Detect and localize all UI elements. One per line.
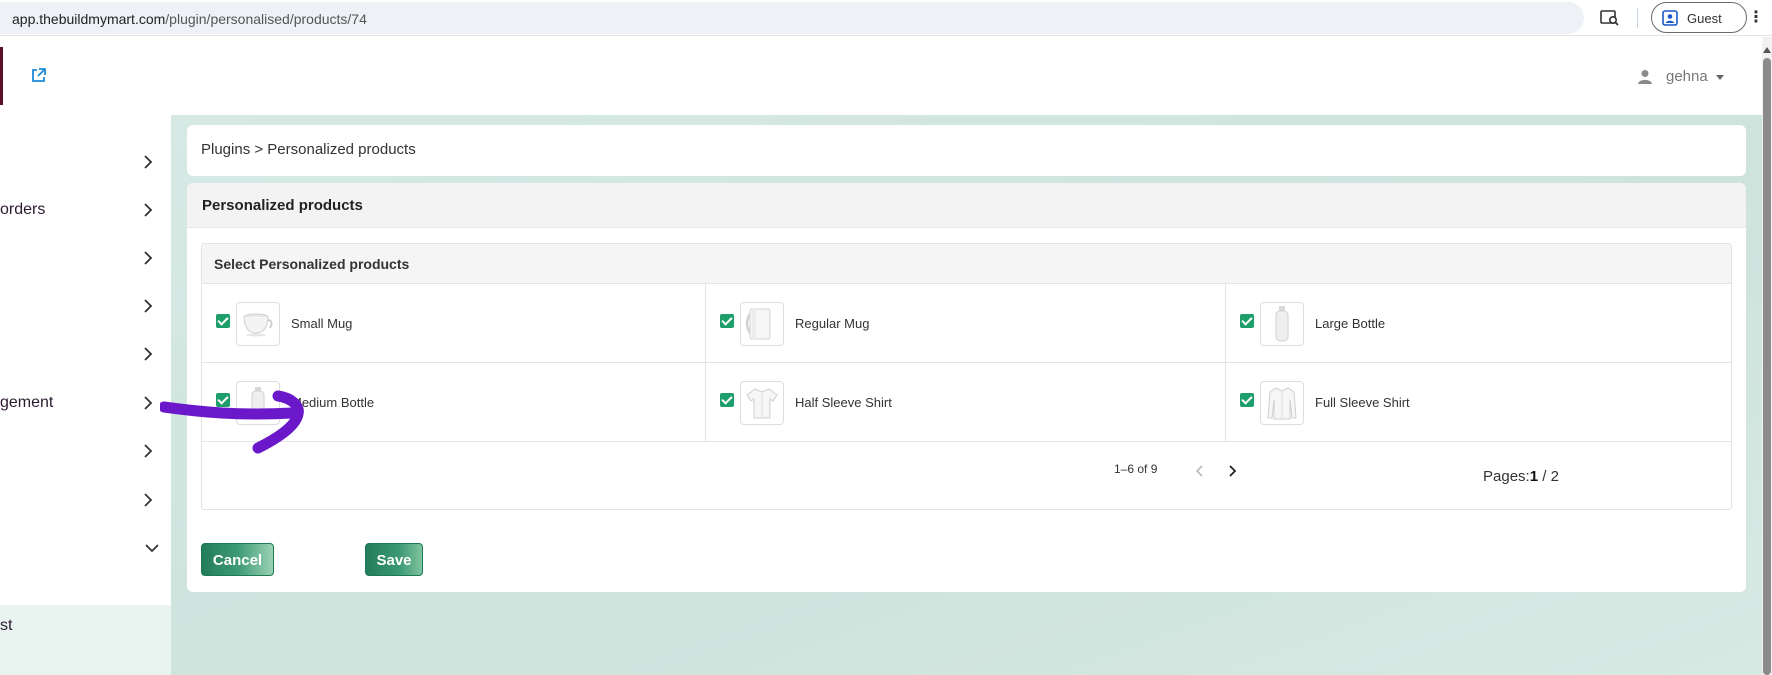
sidebar-item-orders[interactable]: orders: [0, 189, 171, 233]
breadcrumb: Plugins > Personalized products: [201, 141, 416, 158]
scroll-up-arrow-icon[interactable]: [1763, 42, 1771, 53]
shirt-full-icon: [1260, 381, 1304, 425]
product-name: Small Mug: [291, 316, 353, 331]
profile-guest-button[interactable]: Guest: [1651, 2, 1747, 33]
sidebar-item-4[interactable]: [0, 285, 171, 329]
product-cell-full-sleeve-shirt: Full Sleeve Shirt: [1226, 363, 1731, 442]
user-icon: [1636, 68, 1654, 86]
product-cell-small-mug: Small Mug: [202, 284, 706, 363]
page-title: Personalized products: [202, 197, 363, 214]
total-pages: 2: [1550, 468, 1559, 485]
toolbar-divider: [1637, 8, 1638, 28]
pages-label: Pages:: [1483, 468, 1530, 485]
shirt-half-icon: [740, 381, 784, 425]
product-name: Medium Bottle: [291, 395, 375, 410]
page-indicator: Pages:1 / 2: [1483, 468, 1559, 485]
profile-label: Guest: [1687, 11, 1722, 26]
chevron-right-icon: [142, 154, 154, 170]
chevron-right-icon: [142, 346, 154, 362]
section-title: Select Personalized products: [214, 256, 410, 272]
chevron-down-icon: [144, 540, 160, 556]
url-path: /plugin/personalised/products/74: [165, 11, 367, 27]
mug-regular-icon: [740, 302, 784, 346]
product-checkbox[interactable]: [1240, 314, 1254, 328]
product-cell-half-sleeve-shirt: Half Sleeve Shirt: [706, 363, 1226, 442]
sidebar-item-7[interactable]: [0, 430, 171, 474]
chevron-down-icon: [1716, 75, 1724, 80]
bottle-medium-icon: [236, 381, 280, 425]
sidebar: orders gement st: [0, 115, 171, 675]
scrollbar-thumb[interactable]: [1763, 58, 1771, 675]
brand-logo-edge: [0, 47, 3, 105]
product-cell-medium-bottle: Medium Bottle: [202, 363, 706, 442]
chevron-right-icon: [142, 202, 154, 218]
chevron-right-icon: [142, 250, 154, 266]
sidebar-item-management[interactable]: gement: [0, 382, 171, 426]
breadcrumb-card: Plugins > Personalized products: [187, 125, 1746, 176]
chevron-right-icon: [142, 443, 154, 459]
url-text[interactable]: app.thebuildmymart.com/plugin/personalis…: [12, 11, 367, 27]
product-name: Half Sleeve Shirt: [795, 395, 892, 410]
external-link-icon[interactable]: [30, 67, 47, 84]
product-cell-large-bottle: Large Bottle: [1226, 284, 1731, 363]
save-button[interactable]: Save: [365, 543, 423, 576]
chevron-right-icon[interactable]: [1228, 464, 1238, 478]
user-name: gehna: [1666, 68, 1708, 85]
sidebar-item-label: orders: [0, 201, 46, 218]
cancel-button[interactable]: Cancel: [201, 543, 274, 576]
sidebar-item-9-expanded[interactable]: [0, 527, 171, 571]
bottle-large-icon: [1260, 302, 1304, 346]
product-checkbox[interactable]: [1240, 393, 1254, 407]
profile-icon: [1662, 10, 1678, 26]
chevron-right-icon: [142, 492, 154, 508]
sidebar-item-label: gement: [0, 394, 54, 411]
panel-header: Personalized products: [187, 183, 1746, 228]
url-domain: app.thebuildmymart.com: [12, 11, 166, 27]
product-row: Small Mug Regular Mug Large Bottle: [202, 284, 1731, 363]
sidebar-subitem-label: st: [0, 617, 13, 634]
app-header: gehna: [0, 37, 1762, 115]
address-bar[interactable]: app.thebuildmymart.com/plugin/personalis…: [0, 2, 1584, 34]
chevron-right-icon: [142, 395, 154, 411]
sidebar-item-1[interactable]: [0, 141, 171, 185]
current-page: 1: [1529, 468, 1539, 485]
mug-small-icon: [236, 302, 280, 346]
product-checkbox[interactable]: [720, 314, 734, 328]
chevron-left-icon[interactable]: [1194, 464, 1204, 478]
product-name: Large Bottle: [1315, 316, 1386, 331]
product-selection-card: Select Personalized products Small Mug R…: [201, 243, 1732, 510]
personalized-products-panel: Personalized products Select Personalize…: [187, 183, 1746, 592]
product-name: Full Sleeve Shirt: [1315, 395, 1410, 410]
sidebar-item-8[interactable]: [0, 479, 171, 523]
product-checkbox[interactable]: [216, 314, 230, 328]
product-checkbox[interactable]: [720, 393, 734, 407]
main-content: Plugins > Personalized products Personal…: [171, 115, 1762, 675]
product-checkbox[interactable]: [216, 393, 230, 407]
chevron-right-icon: [142, 298, 154, 314]
product-row: Medium Bottle Half Sleeve Shirt Full Sle…: [202, 363, 1731, 442]
browser-toolbar: app.thebuildmymart.com/plugin/personalis…: [0, 0, 1772, 36]
product-cell-regular-mug: Regular Mug: [706, 284, 1226, 363]
sidebar-item-3[interactable]: [0, 237, 171, 281]
page-separator: /: [1538, 468, 1551, 485]
pagination: 1–6 of 9 Pages:1 / 2: [202, 442, 1731, 509]
google-lens-icon[interactable]: [1600, 9, 1620, 27]
pagination-range: 1–6 of 9: [1114, 462, 1158, 476]
browser-menu-icon[interactable]: ⋮: [1748, 8, 1764, 28]
section-header: Select Personalized products: [202, 244, 1731, 284]
sidebar-subitem-active[interactable]: st: [0, 605, 171, 675]
product-name: Regular Mug: [795, 316, 870, 331]
sidebar-item-5[interactable]: [0, 333, 171, 377]
